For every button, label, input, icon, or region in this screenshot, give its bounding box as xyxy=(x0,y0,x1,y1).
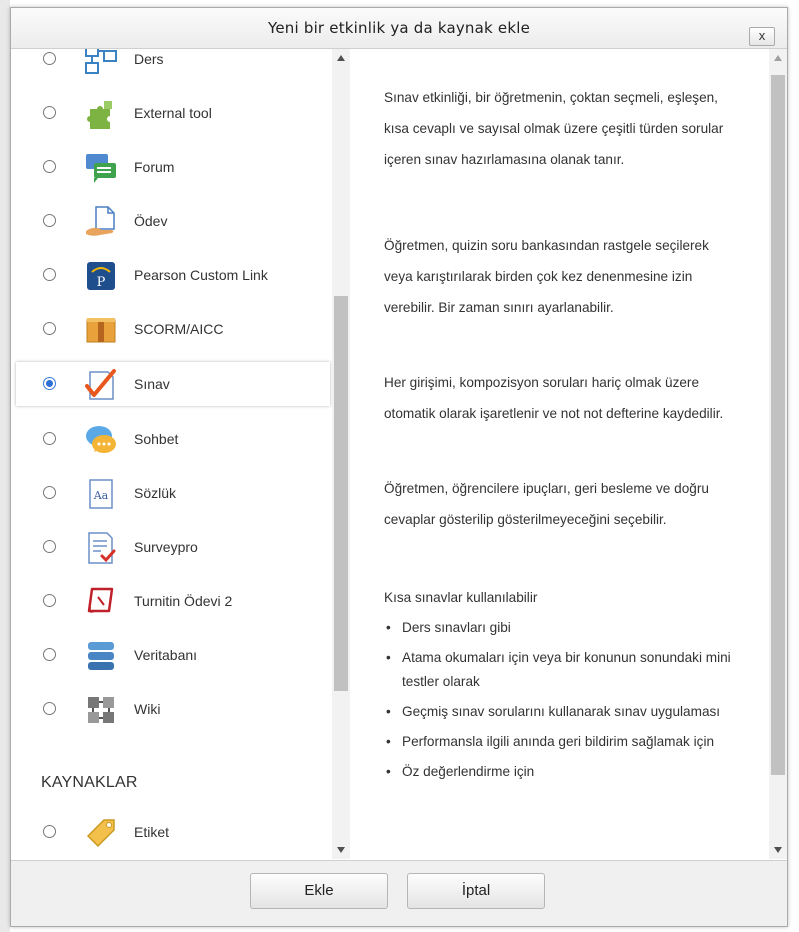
wiki-icon xyxy=(84,693,118,727)
option-label: Forum xyxy=(134,159,175,175)
option-sozluk[interactable]: Aa Sözlük xyxy=(16,471,330,515)
option-label: External tool xyxy=(134,105,212,121)
option-label: Pearson Custom Link xyxy=(134,267,268,283)
option-label: Ödev xyxy=(134,213,168,229)
lesson-icon xyxy=(84,49,118,77)
radio-sozluk[interactable] xyxy=(43,486,56,499)
scorm-package-icon xyxy=(84,313,118,347)
radio-external-tool[interactable] xyxy=(43,106,56,119)
radio-pearson[interactable] xyxy=(43,268,56,281)
radio-scorm[interactable] xyxy=(43,322,56,335)
radio-ders[interactable] xyxy=(43,52,56,65)
close-button[interactable]: x xyxy=(749,27,775,46)
option-odev[interactable]: Ödev xyxy=(16,199,330,243)
description-paragraph: Her girişimi, kompozisyon soruları hariç… xyxy=(384,375,724,421)
survey-icon xyxy=(84,531,118,565)
option-external-tool[interactable]: External tool xyxy=(16,91,330,135)
description-paragraph: Sınav etkinliği, bir öğretmenin, çoktan … xyxy=(384,90,724,167)
scroll-down-arrow-icon[interactable] xyxy=(774,847,782,853)
description-scrollbar[interactable] xyxy=(769,49,787,859)
option-surveypro[interactable]: Surveypro xyxy=(16,525,330,569)
option-partial xyxy=(16,855,330,859)
bullet-item: Performansla ilgili anında geri bildirim… xyxy=(384,730,744,754)
scrollbar-thumb[interactable] xyxy=(334,296,348,691)
scroll-down-arrow-icon[interactable] xyxy=(337,847,345,853)
radio-wiki[interactable] xyxy=(43,702,56,715)
option-label: Sözlük xyxy=(134,485,177,501)
dialog-footer: Ekle İptal xyxy=(11,860,787,926)
dialog-header: Yeni bir etkinlik ya da kaynak ekle x xyxy=(11,8,787,49)
scroll-up-arrow-icon[interactable] xyxy=(774,55,782,61)
quiz-checkmark-icon xyxy=(84,368,118,402)
radio-odev[interactable] xyxy=(43,214,56,227)
radio-sohbet[interactable] xyxy=(43,432,56,445)
option-sinav[interactable]: Sınav xyxy=(16,362,330,406)
radio-etiket[interactable] xyxy=(43,825,56,838)
svg-text:Aa: Aa xyxy=(93,489,109,502)
option-label: Wiki xyxy=(134,701,161,717)
svg-text:P: P xyxy=(97,275,106,290)
scroll-up-arrow-icon[interactable] xyxy=(337,55,345,61)
option-sohbet[interactable]: Sohbet xyxy=(16,417,330,461)
page-background xyxy=(0,0,10,932)
option-label: Ders xyxy=(134,51,164,67)
option-label: Turnitin Ödevi 2 xyxy=(134,593,233,609)
database-icon xyxy=(84,639,118,673)
bullet-item: Geçmiş sınav sorularını kullanarak sınav… xyxy=(384,700,744,724)
activity-list-scrollbar[interactable] xyxy=(332,49,350,859)
bullet-item: Ders sınavları gibi xyxy=(384,616,744,640)
dialog-title: Yeni bir etkinlik ya da kaynak ekle xyxy=(268,19,530,37)
description-pane: Sınav etkinliği, bir öğretmenin, çoktan … xyxy=(350,49,769,859)
pearson-icon: P xyxy=(84,259,118,293)
puzzle-icon xyxy=(84,97,118,131)
assignment-icon xyxy=(84,205,118,239)
option-etiket[interactable]: Etiket xyxy=(16,810,330,854)
radio-forum[interactable] xyxy=(43,160,56,173)
forum-icon xyxy=(84,151,118,185)
option-label: Veritabanı xyxy=(134,647,198,663)
cancel-button[interactable]: İptal xyxy=(407,873,545,909)
option-label: Sohbet xyxy=(134,431,179,447)
description-paragraph: Kısa sınavlar kullanılabilir xyxy=(384,590,538,605)
glossary-icon: Aa xyxy=(84,477,118,511)
option-forum[interactable]: Forum xyxy=(16,145,330,189)
option-label: Sınav xyxy=(134,376,170,392)
add-button[interactable]: Ekle xyxy=(250,873,388,909)
description-bullets: Ders sınavları gibi Atama okumaları için… xyxy=(384,616,744,784)
option-veritabani[interactable]: Veritabanı xyxy=(16,633,330,677)
option-label: SCORM/AICC xyxy=(134,321,224,337)
add-activity-dialog: Yeni bir etkinlik ya da kaynak ekle x De… xyxy=(10,7,788,927)
option-wiki[interactable]: Wiki xyxy=(16,687,330,731)
description-paragraph: Öğretmen, quizin soru bankasından rastge… xyxy=(384,238,709,315)
description-paragraph: Öğretmen, öğrencilere ipuçları, geri bes… xyxy=(384,481,709,527)
option-scorm-aicc[interactable]: SCORM/AICC xyxy=(16,307,330,351)
radio-turnitin[interactable] xyxy=(43,594,56,607)
resources-heading: KAYNAKLAR xyxy=(41,774,138,791)
scrollbar-thumb[interactable] xyxy=(771,75,785,775)
activity-list: Ders External tool Forum Ödev P Pearson … xyxy=(11,49,345,859)
label-tag-icon xyxy=(84,816,118,850)
option-label: Etiket xyxy=(134,824,170,840)
option-turnitin-odevi-2[interactable]: Turnitin Ödevi 2 xyxy=(16,579,330,623)
turnitin-icon xyxy=(84,585,118,619)
option-ders[interactable]: Ders xyxy=(16,49,330,81)
bullet-item: Öz değerlendirme için xyxy=(384,760,744,784)
option-pearson-custom-link[interactable]: P Pearson Custom Link xyxy=(16,253,330,297)
option-label: Surveypro xyxy=(134,539,198,555)
radio-veritabani[interactable] xyxy=(43,648,56,661)
bullet-item: Atama okumaları için veya bir konunun so… xyxy=(384,646,744,694)
radio-surveypro[interactable] xyxy=(43,540,56,553)
radio-sinav[interactable] xyxy=(43,377,56,390)
chat-icon xyxy=(84,423,118,457)
